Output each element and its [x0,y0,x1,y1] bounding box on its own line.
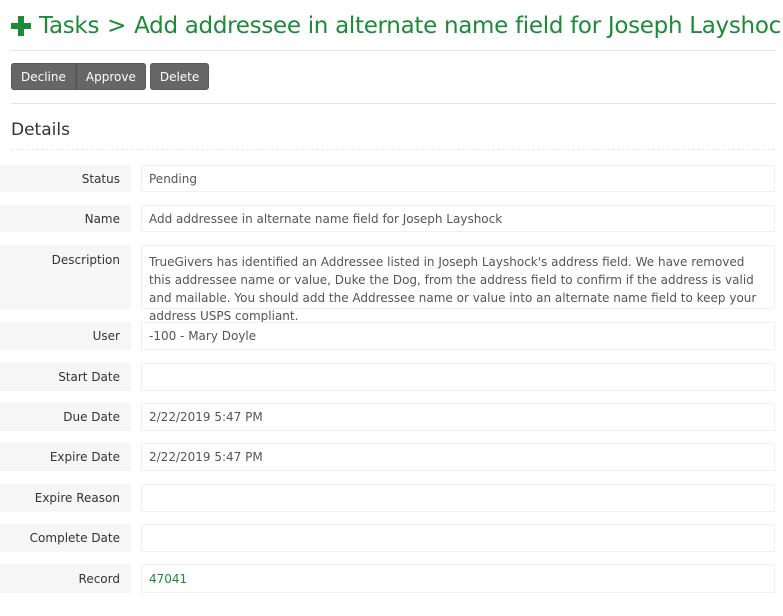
field-value-due-date: 2/22/2019 5:47 PM [141,403,775,431]
field-row-description: Description TrueGivers has identified an… [0,245,775,323]
task-title: Add addressee in alternate name field fo… [134,13,783,39]
breadcrumb-tasks[interactable]: Tasks [39,13,99,39]
field-value-complete-date [141,524,775,552]
field-value-user: -100 - Mary Doyle [141,322,775,350]
field-label: Record [0,564,131,593]
field-row-expire-reason: Expire Reason [0,484,775,512]
field-label: Complete Date [0,524,131,552]
field-row-due-date: Due Date 2/22/2019 5:47 PM [0,403,775,431]
field-row-user: User -100 - Mary Doyle [0,322,775,350]
field-value-status: Pending [141,165,775,192]
field-value-name: Add addressee in alternate name field fo… [141,205,775,232]
field-value-description: TrueGivers has identified an Addressee l… [141,245,775,323]
toolbar: Decline Approve Delete [11,63,210,90]
field-label: Due Date [0,403,131,431]
field-label: Expire Reason [0,484,131,512]
breadcrumb-separator: > [107,13,127,39]
field-row-status: Status Pending [0,165,775,192]
field-label: User [0,322,131,350]
delete-button[interactable]: Delete [149,63,210,90]
decline-button[interactable]: Decline [11,63,76,90]
approve-button[interactable]: Approve [75,63,146,90]
field-row-name: Name Add addressee in alternate name fie… [0,205,775,232]
field-label: Description [0,245,131,309]
field-row-start-date: Start Date [0,363,775,391]
field-value-record: 47041 [141,564,775,593]
field-row-record: Record 47041 [0,564,775,593]
page-title: Tasks > Add addressee in alternate name … [11,10,783,42]
field-label: Name [0,205,131,232]
field-label: Expire Date [0,443,131,471]
field-value-expire-reason [141,484,775,512]
field-row-complete-date: Complete Date [0,524,775,552]
field-label: Start Date [0,363,131,391]
divider [11,50,775,51]
field-row-expire-date: Expire Date 2/22/2019 5:47 PM [0,443,775,471]
field-value-expire-date: 2/22/2019 5:47 PM [141,443,775,471]
field-label: Status [0,165,131,192]
record-link[interactable]: 47041 [149,572,187,586]
divider [11,103,775,104]
divider [11,149,775,150]
field-value-start-date [141,363,775,391]
plus-icon [11,16,31,36]
section-title-details: Details [11,120,70,140]
decision-button-group: Decline Approve [11,63,146,90]
